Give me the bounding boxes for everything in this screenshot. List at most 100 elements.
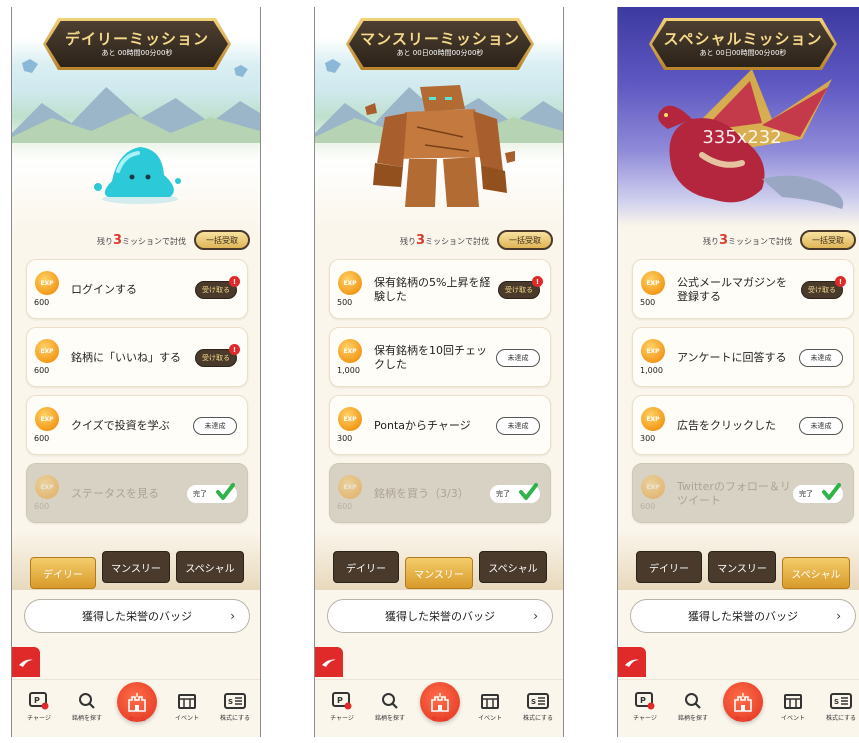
exp-value: 600 [34,434,50,443]
mission-card: EXP 600 銘柄に「いいね」する 受け取る! [26,327,248,387]
event-flag-icon [784,694,802,709]
nav-search-stocks[interactable]: 銘柄を探す [367,692,413,722]
mission-title: 銘柄に「いいね」する [71,351,181,364]
mission-title: 銘柄を買う（3/3） [374,487,469,500]
image-placeholder-label: 335x232 [702,127,782,148]
mission-hero-image: マンスリーミッション あと 00日00時間00分00秒 [315,7,563,227]
nav-label: 銘柄を探す [374,715,405,722]
receive-button[interactable]: 受け取る! [801,276,846,299]
exp-coin-icon: EXP [338,407,362,431]
exp-value: 500 [337,298,353,307]
exp-value: 600 [34,298,50,307]
mission-title: 広告をクリックした [677,419,776,432]
mission-title: アンケートに回答する [677,351,787,364]
notification-badge: ! [229,344,240,355]
exp-value: 1,000 [337,366,360,375]
remaining-row: 残り3ミッションで討伐 一括受取 [315,230,563,252]
nav-charge[interactable]: P チャージ [319,692,365,722]
bulk-receive-button[interactable]: 一括受取 [194,230,250,250]
completed-status: 完了 [793,483,843,503]
mission-card: EXP 1,000 保有銘柄を10回チェックした 未達成 [329,327,551,387]
exp-coin-icon: EXP [35,271,59,295]
honor-badges-button[interactable]: 獲得した栄誉のバッジ › [24,599,250,633]
tab-special[interactable]: スペシャル [479,551,547,583]
tab-daily[interactable]: デイリー [333,551,399,583]
chevron-right-icon: › [533,609,538,623]
banner-title: デイリーミッション [64,30,209,48]
mission-card-completed: EXP 600 Twitterのフォロー＆リツイート 完了 [632,463,854,523]
nav-search-stocks[interactable]: 銘柄を探す [670,692,716,722]
receive-button[interactable]: 受け取る! [195,276,240,299]
mission-hero-image: 335x232 スペシャルミッション あと 00日00時間00分00秒 [618,7,859,227]
remaining-missions-text: 残り3ミッションで討伐 [702,233,792,248]
tab-monthly[interactable]: マンスリー [405,557,473,589]
event-flag-icon [481,694,499,709]
tab-special[interactable]: スペシャル [176,551,244,583]
exp-value: 600 [34,366,50,375]
chevron-right-icon: › [230,609,235,623]
point-card-icon: P [332,692,352,710]
mission-title: Twitterのフォロー＆リツイート [677,480,791,507]
check-icon [519,483,538,500]
not-achieved-status: 未達成 [799,417,843,435]
tab-special[interactable]: スペシャル [782,557,850,589]
mission-hero-image: デイリーミッション あと 00時間00分00秒 [12,7,260,227]
mountain-background [12,87,260,143]
nav-convert-stocks[interactable]: S 株式にする [515,692,561,722]
exp-coin-icon: EXP [35,475,59,499]
event-flag-icon [178,694,196,709]
nav-label: イベント [174,715,199,722]
search-icon [79,693,95,709]
nav-charge[interactable]: P チャージ [16,692,62,722]
brand-logo-icon [625,659,639,667]
notification-badge: ! [532,276,543,287]
daily-mission-screen: デイリーミッション あと 00時間00分00秒 残り3ミッションで討伐 一括受取… [11,7,261,737]
mission-card: EXP 600 ログインする 受け取る! [26,259,248,319]
tab-daily[interactable]: デイリー [636,551,702,583]
nav-label: イベント [477,715,502,722]
nav-label: 株式にする [219,715,251,722]
golem-monster-icon [365,85,515,207]
honor-badges-button[interactable]: 獲得した栄誉のバッジ › [630,599,856,633]
mission-card: EXP 300 Pontaからチャージ 未達成 [329,395,551,455]
nav-convert-stocks[interactable]: S 株式にする [212,692,258,722]
remaining-row: 残り3ミッションで討伐 一括受取 [12,230,260,252]
tab-monthly[interactable]: マンスリー [708,551,776,583]
honor-badges-button[interactable]: 獲得した栄誉のバッジ › [327,599,553,633]
chevron-right-icon: › [836,609,841,623]
nav-label: 銘柄を探す [71,715,102,722]
nav-convert-stocks[interactable]: S 株式にする [818,692,859,722]
bulk-receive-button[interactable]: 一括受取 [497,230,553,250]
brand-logo-icon [322,659,336,667]
nav-events[interactable]: イベント [770,692,816,722]
stock-certificate-icon: S [527,693,549,709]
brand-tab[interactable] [315,647,343,677]
mission-title: ログインする [71,283,137,296]
svg-text:P: P [640,696,646,705]
brand-tab[interactable] [618,647,646,677]
bulk-receive-button[interactable]: 一括受取 [800,230,856,250]
brand-tab[interactable] [12,647,40,677]
exp-coin-icon: EXP [641,407,665,431]
nav-charge[interactable]: P チャージ [622,692,668,722]
mission-title: クイズで投資を学ぶ [71,419,170,432]
tab-daily[interactable]: デイリー [30,557,96,589]
svg-text:S: S [531,698,536,706]
receive-button[interactable]: 受け取る! [195,344,240,367]
nav-events[interactable]: イベント [467,692,513,722]
mission-title: Pontaからチャージ [374,419,471,432]
mission-card: EXP 300 広告をクリックした 未達成 [632,395,854,455]
banner-countdown: あと 00日00時間00分00秒 [699,49,787,57]
completed-status: 完了 [490,483,540,503]
receive-button[interactable]: 受け取る! [498,276,543,299]
nav-search-stocks[interactable]: 銘柄を探す [64,692,110,722]
tab-monthly[interactable]: マンスリー [102,551,170,583]
nav-label: ホーム [128,716,146,723]
mission-card: EXP 1,000 アンケートに回答する 未達成 [632,327,854,387]
svg-text:S: S [834,698,839,706]
exp-value: 300 [640,434,656,443]
nav-events[interactable]: イベント [164,692,210,722]
remaining-missions-text: 残り3ミッションで討伐 [399,233,489,248]
mission-title: 保有銘柄の5%上昇を経験した [374,276,491,303]
floating-rock-icon [22,59,38,73]
